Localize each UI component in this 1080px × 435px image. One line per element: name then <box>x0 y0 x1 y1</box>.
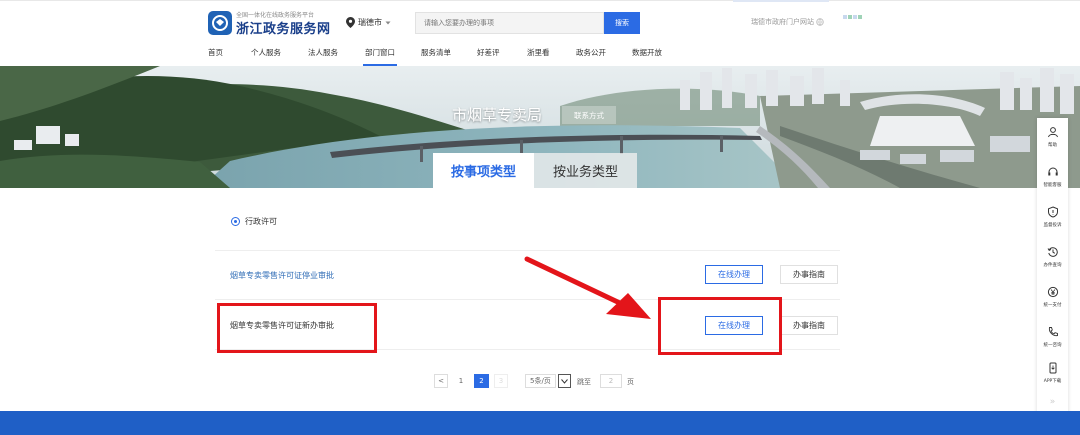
list-item: 烟草专卖零售许可证停业审批 在线办理 办事指南 <box>215 251 840 299</box>
search-button[interactable]: 搜索 <box>604 12 640 34</box>
filter-label: 行政许可 <box>245 217 277 226</box>
search-input[interactable] <box>415 12 604 34</box>
goto-label: 跳至 <box>577 378 591 386</box>
goto-page-input[interactable]: 2 <box>600 374 622 388</box>
side-item-payment[interactable]: 统一支付 <box>1037 278 1068 318</box>
filter-administrative-license[interactable]: 行政许可 <box>231 216 277 227</box>
nav-open-data[interactable]: 数据开放 <box>632 47 662 58</box>
radio-selected-icon[interactable] <box>231 217 240 226</box>
top-accent-bar <box>733 0 829 2</box>
shield-icon <box>1047 206 1058 218</box>
top-border <box>0 0 1080 1</box>
pagination-page-current[interactable]: 2 <box>474 374 489 388</box>
nav-zheli-look[interactable]: 浙里看 <box>527 47 550 58</box>
collapse-chevron-icon[interactable]: » <box>1037 392 1068 412</box>
service-guide-button[interactable]: 办事指南 <box>780 316 838 335</box>
location-pin-icon <box>346 17 355 28</box>
service-guide-button[interactable]: 办事指南 <box>780 265 838 284</box>
site-logo[interactable] <box>208 11 232 35</box>
tab-by-matter-type[interactable]: 按事项类型 <box>433 153 534 188</box>
department-title: 市烟草专卖局 <box>452 106 543 124</box>
side-item-label: 监督投诉 <box>1043 223 1062 228</box>
portal-link-label: 瑞德市政府门户网站 <box>751 18 814 26</box>
user-status-icon[interactable] <box>843 15 862 19</box>
nav-departments[interactable]: 部门窗口 <box>363 47 397 66</box>
item-name-link[interactable]: 烟草专卖零售许可证停业审批 <box>230 270 334 281</box>
nav-reviews[interactable]: 好差评 <box>477 47 500 58</box>
side-item-smart-service[interactable]: 智能客服 <box>1037 158 1068 198</box>
page-size-value: 5条/页 <box>525 374 556 388</box>
side-item-label: 办件查询 <box>1043 263 1062 268</box>
side-item-label: APP下载 <box>1043 379 1062 384</box>
chevron-down-icon <box>385 21 391 24</box>
status-bar-icon <box>843 15 847 19</box>
history-icon <box>1047 247 1058 257</box>
status-bar-icon <box>848 15 852 19</box>
side-item-complaint[interactable]: 监督投诉 <box>1037 198 1068 238</box>
side-item-label: 统一支付 <box>1043 303 1062 308</box>
dropdown-arrow-icon <box>557 374 571 388</box>
status-bar-icon <box>853 15 857 19</box>
nav-corporate[interactable]: 法人服务 <box>308 47 338 58</box>
side-toolbar: 帮助 智能客服 监督投诉 办件查询 统一支付 统一咨询 APP下载 » <box>1037 118 1068 415</box>
pagination-prev-button[interactable]: < <box>434 374 448 388</box>
nav-gov-affairs[interactable]: 政务公开 <box>576 47 606 58</box>
phone-icon <box>1048 327 1058 337</box>
side-item-app-download[interactable]: APP下载 <box>1037 354 1068 394</box>
mobile-app-icon <box>1049 362 1056 374</box>
portal-link[interactable]: 瑞德市政府门户网站 <box>751 17 824 27</box>
page-footer <box>0 411 1080 435</box>
region-selector[interactable]: 瑞德市 <box>346 17 391 28</box>
page-size-select[interactable]: 5条/页 <box>525 374 571 388</box>
side-item-case-query[interactable]: 办件查询 <box>1037 238 1068 278</box>
nav-service-list[interactable]: 服务清单 <box>421 47 451 58</box>
pagination-page[interactable]: 1 <box>454 374 468 388</box>
highlight-box-button <box>658 297 782 355</box>
side-item-label: 统一咨询 <box>1043 343 1062 348</box>
nav-home[interactable]: 首页 <box>208 47 223 58</box>
side-item-consult[interactable]: 统一咨询 <box>1037 318 1068 358</box>
online-apply-button[interactable]: 在线办理 <box>705 265 763 284</box>
main-nav: 首页 个人服务 法人服务 部门窗口 服务清单 好差评 浙里看 政务公开 数据开放 <box>0 40 1080 66</box>
highlight-box-item <box>217 303 377 353</box>
side-item-label: 智能客服 <box>1043 183 1062 188</box>
headset-icon <box>1047 167 1058 176</box>
pagination-page[interactable]: 3 <box>494 374 508 388</box>
side-item-help[interactable]: 帮助 <box>1037 118 1068 158</box>
user-icon <box>1047 127 1058 138</box>
status-bar-icon <box>858 15 862 19</box>
side-item-label: 帮助 <box>1048 143 1057 148</box>
nav-personal[interactable]: 个人服务 <box>251 47 281 58</box>
goto-suffix: 页 <box>627 378 634 386</box>
tab-by-business-type[interactable]: 按业务类型 <box>534 153 637 188</box>
yen-icon <box>1047 286 1058 298</box>
brand-title[interactable]: 浙江政务服务网 <box>236 18 331 37</box>
region-label: 瑞德市 <box>358 18 382 27</box>
globe-icon <box>816 18 824 26</box>
logo-icon <box>212 15 228 31</box>
contact-button[interactable]: 联系方式 <box>562 106 616 124</box>
